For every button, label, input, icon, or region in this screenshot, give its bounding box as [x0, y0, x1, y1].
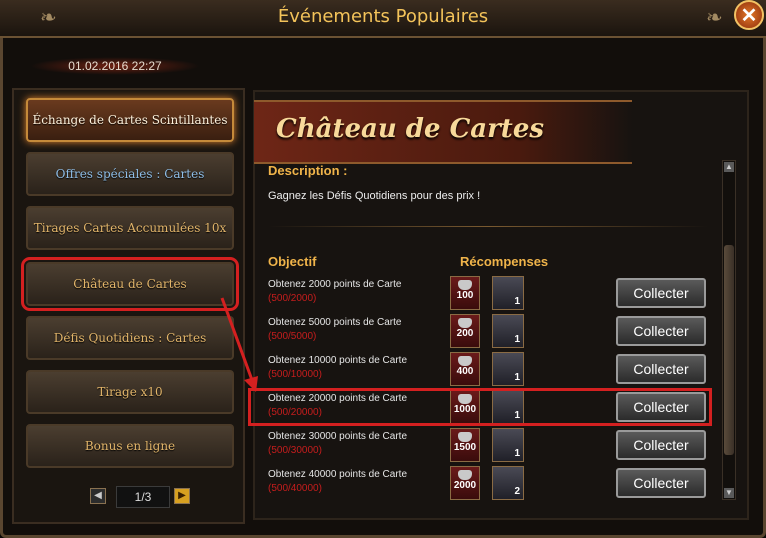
gem-amount: 100: [456, 290, 474, 301]
gem-icon: [458, 280, 472, 290]
card-reward[interactable]: 2: [492, 466, 524, 500]
objective-text: Obtenez 10000 points de Carte (500/10000…: [268, 354, 428, 382]
rewards-header: Récompenses: [460, 254, 549, 269]
objective-row: Obtenez 30000 points de Carte (500/30000…: [266, 428, 708, 464]
close-button[interactable]: ✕: [734, 0, 764, 30]
objective-row: Obtenez 5000 points de Carte (500/5000) 2…: [266, 314, 708, 350]
objective-row: Obtenez 40000 points de Carte (500/40000…: [266, 466, 708, 502]
scrollbar[interactable]: ▲ ▼: [722, 160, 736, 500]
menu-item-defis-quotidiens[interactable]: Défis Quotidiens : Cartes: [26, 316, 234, 360]
collect-button[interactable]: Collecter: [616, 316, 706, 346]
collect-button[interactable]: Collecter: [616, 468, 706, 498]
gem-reward[interactable]: 1500: [450, 428, 480, 462]
card-count: 1: [514, 372, 520, 383]
scroll-up-button[interactable]: ▲: [724, 162, 734, 172]
gem-reward[interactable]: 200: [450, 314, 480, 348]
window-title: Événements Populaires: [277, 6, 489, 27]
datetime-display: 01.02.2016 22:27: [30, 57, 200, 75]
objective-header: Objectif: [268, 254, 317, 269]
gem-amount: 1500: [453, 442, 477, 453]
event-title: Château de Cartes: [276, 114, 544, 144]
card-count: 1: [514, 296, 520, 307]
gem-amount: 200: [456, 328, 474, 339]
card-count: 1: [514, 334, 520, 345]
menu-item-echange-cartes[interactable]: Échange de Cartes Scintillantes: [26, 98, 234, 142]
scroll-thumb[interactable]: [724, 245, 734, 455]
objective-row: Obtenez 10000 points de Carte (500/10000…: [266, 352, 708, 388]
card-reward[interactable]: 1: [492, 314, 524, 348]
objective-line1: Obtenez 5000 points de Carte: [268, 317, 402, 328]
prev-page-button[interactable]: ◀: [90, 488, 106, 504]
gem-icon: [458, 432, 472, 442]
gem-icon: [458, 318, 472, 328]
scroll-down-button[interactable]: ▼: [724, 488, 734, 498]
objective-line1: Obtenez 30000 points de: [268, 431, 380, 442]
page-indicator: 1/3: [116, 486, 170, 508]
menu-item-chateau-cartes[interactable]: Château de Cartes: [21, 257, 239, 311]
menu-item-tirage-x10[interactable]: Tirage x10: [26, 370, 234, 414]
card-reward[interactable]: 1: [492, 428, 524, 462]
objective-progress: (500/40000): [268, 483, 322, 494]
objective-line1: Obtenez 40000 points de: [268, 469, 380, 480]
gem-amount: 2000: [453, 480, 477, 491]
card-reward[interactable]: 1: [492, 352, 524, 386]
menu-item-offres-speciales[interactable]: Offres spéciales : Cartes: [26, 152, 234, 196]
objective-text: Obtenez 5000 points de Carte (500/5000): [268, 316, 428, 344]
objective-line1: Obtenez 2000 points de Carte: [268, 279, 402, 290]
objective-progress: (500/30000): [268, 445, 322, 456]
highlight-box: [248, 388, 712, 426]
collect-button[interactable]: Collecter: [616, 278, 706, 308]
collect-button[interactable]: Collecter: [616, 430, 706, 460]
gem-icon: [458, 356, 472, 366]
objective-line2: Carte: [382, 355, 407, 366]
objective-text: Obtenez 40000 points de Carte (500/40000…: [268, 468, 428, 496]
objective-text: Obtenez 30000 points de Carte (500/30000…: [268, 430, 428, 458]
title-bar: ❧ Événements Populaires ❧: [0, 0, 766, 38]
objective-row: Obtenez 2000 points de Carte (500/2000) 1…: [266, 276, 708, 312]
description-label: Description :: [268, 163, 348, 178]
divider: [268, 226, 708, 227]
ornament-icon: ❧: [706, 7, 723, 29]
objective-line1: Obtenez 10000 points de: [268, 355, 380, 366]
menu-item-bonus-en-ligne[interactable]: Bonus en ligne: [26, 424, 234, 468]
card-count: 1: [514, 448, 520, 459]
gem-icon: [458, 470, 472, 480]
objective-progress: (500/10000): [268, 369, 322, 380]
event-banner: Château de Cartes: [254, 100, 632, 164]
gem-reward[interactable]: 400: [450, 352, 480, 386]
menu-pager: ◀ 1/3 ▶: [90, 486, 190, 508]
menu-item-tirages-accumules[interactable]: Tirages Cartes Accumulées 10x: [26, 206, 234, 250]
objective-progress: (500/2000): [268, 293, 317, 304]
card-reward[interactable]: 1: [492, 276, 524, 310]
objective-text: Obtenez 2000 points de Carte (500/2000): [268, 278, 428, 306]
objective-line2: Carte: [382, 431, 407, 442]
event-menu-panel: Échange de Cartes Scintillantes Offres s…: [12, 88, 245, 524]
gem-reward[interactable]: 100: [450, 276, 480, 310]
card-count: 2: [514, 486, 520, 497]
description-text: Gagnez les Défis Quotidiens pour des pri…: [268, 190, 481, 202]
objective-progress: (500/5000): [268, 331, 317, 342]
next-page-button[interactable]: ▶: [174, 488, 190, 504]
collect-button[interactable]: Collecter: [616, 354, 706, 384]
gem-amount: 400: [456, 366, 474, 377]
gem-reward[interactable]: 2000: [450, 466, 480, 500]
objective-line2: Carte: [382, 469, 407, 480]
